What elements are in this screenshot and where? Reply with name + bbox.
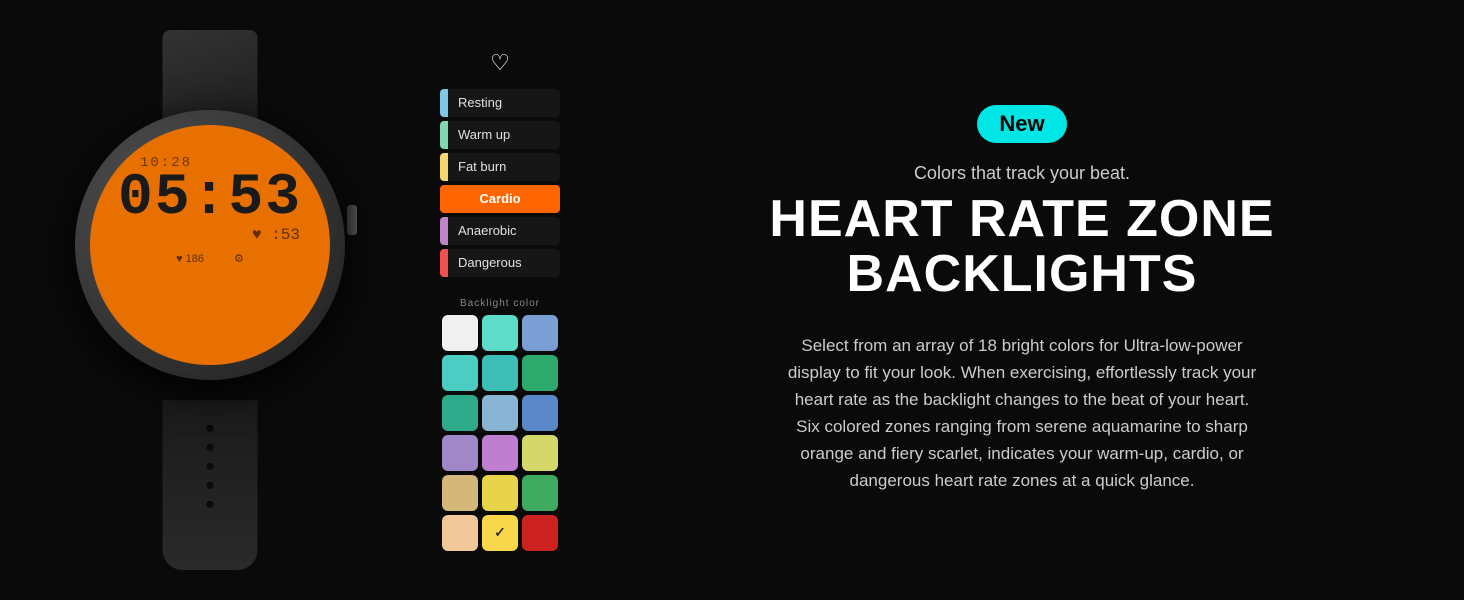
zone-label-5: Dangerous	[448, 255, 560, 270]
color-cell-2[interactable]	[522, 315, 558, 351]
color-cell-17[interactable]	[522, 515, 558, 551]
watch-sub-time: ♥ :53	[252, 226, 300, 244]
zone-label-4: Anaerobic	[448, 223, 560, 238]
zone-color-4	[440, 217, 448, 245]
zone-item-3[interactable]: Cardio	[440, 185, 560, 213]
color-cell-10[interactable]	[482, 435, 518, 471]
zone-panel: ♡ Resting Warm up Fat burn Cardio Anaerobic D…	[420, 40, 580, 561]
watch-gear: ⚙	[234, 252, 244, 265]
zone-color-0	[440, 89, 448, 117]
band-bottom	[163, 400, 258, 570]
zone-label-2: Fat burn	[448, 159, 560, 174]
watch-time-big: 05:53	[118, 171, 302, 226]
band-hole-2	[207, 444, 214, 451]
zone-color-5	[440, 249, 448, 277]
color-check-mark: ✓	[494, 524, 506, 541]
color-cell-14[interactable]	[522, 475, 558, 511]
watch-section: 10:28 05:53 ♥ :53 ♥ 186 ⚙	[0, 0, 420, 600]
watch-crown	[347, 205, 357, 235]
watch-face: 10:28 05:53 ♥ :53 ♥ 186 ⚙	[90, 125, 330, 365]
band-hole-3	[207, 463, 214, 470]
content-section: New Colors that track your beat. HEART R…	[580, 65, 1464, 534]
color-cell-6[interactable]	[442, 395, 478, 431]
color-cell-11[interactable]	[522, 435, 558, 471]
watch-case: 10:28 05:53 ♥ :53 ♥ 186 ⚙	[75, 110, 345, 380]
zone-list: Resting Warm up Fat burn Cardio Anaerobic Dan…	[440, 89, 560, 281]
watch-icons-row: ♥ 186 ⚙	[176, 252, 244, 265]
backlight-label: Backlight color	[460, 298, 540, 309]
watch-heart-rate: ♥ 186	[176, 252, 204, 265]
color-cell-7[interactable]	[482, 395, 518, 431]
watch-visual: 10:28 05:53 ♥ :53 ♥ 186 ⚙	[50, 30, 370, 570]
color-cell-0[interactable]	[442, 315, 478, 351]
color-cell-5[interactable]	[522, 355, 558, 391]
new-badge: New	[977, 105, 1066, 143]
description: Select from an array of 18 bright colors…	[782, 332, 1262, 495]
heart-rate-icon: ♡	[490, 50, 510, 76]
band-hole-5	[207, 501, 214, 508]
color-cell-13[interactable]	[482, 475, 518, 511]
color-cell-8[interactable]	[522, 395, 558, 431]
subtitle: Colors that track your beat.	[914, 163, 1130, 184]
backlight-section: Backlight color ✓	[442, 298, 558, 551]
zone-label-1: Warm up	[448, 127, 560, 142]
zone-item-1[interactable]: Warm up	[440, 121, 560, 149]
color-cell-16[interactable]: ✓	[482, 515, 518, 551]
zone-item-0[interactable]: Resting	[440, 89, 560, 117]
main-title-line2: BACKLIGHTS	[847, 245, 1198, 303]
color-cell-12[interactable]	[442, 475, 478, 511]
zone-color-2	[440, 153, 448, 181]
color-cell-3[interactable]	[442, 355, 478, 391]
band-holes	[163, 400, 258, 508]
zone-label-3: Cardio	[479, 191, 520, 206]
color-cell-15[interactable]	[442, 515, 478, 551]
zone-label-0: Resting	[448, 95, 560, 110]
band-hole-4	[207, 482, 214, 489]
color-cell-1[interactable]	[482, 315, 518, 351]
page-container: 10:28 05:53 ♥ :53 ♥ 186 ⚙	[0, 0, 1464, 600]
zone-item-4[interactable]: Anaerobic	[440, 217, 560, 245]
color-cell-9[interactable]	[442, 435, 478, 471]
zone-item-5[interactable]: Dangerous	[440, 249, 560, 277]
zone-color-1	[440, 121, 448, 149]
band-hole-1	[207, 425, 214, 432]
zone-item-2[interactable]: Fat burn	[440, 153, 560, 181]
main-title-line1: HEART RATE ZONE	[769, 190, 1274, 248]
main-title: HEART RATE ZONE BACKLIGHTS	[769, 192, 1274, 301]
color-grid: ✓	[442, 315, 558, 551]
color-cell-4[interactable]	[482, 355, 518, 391]
